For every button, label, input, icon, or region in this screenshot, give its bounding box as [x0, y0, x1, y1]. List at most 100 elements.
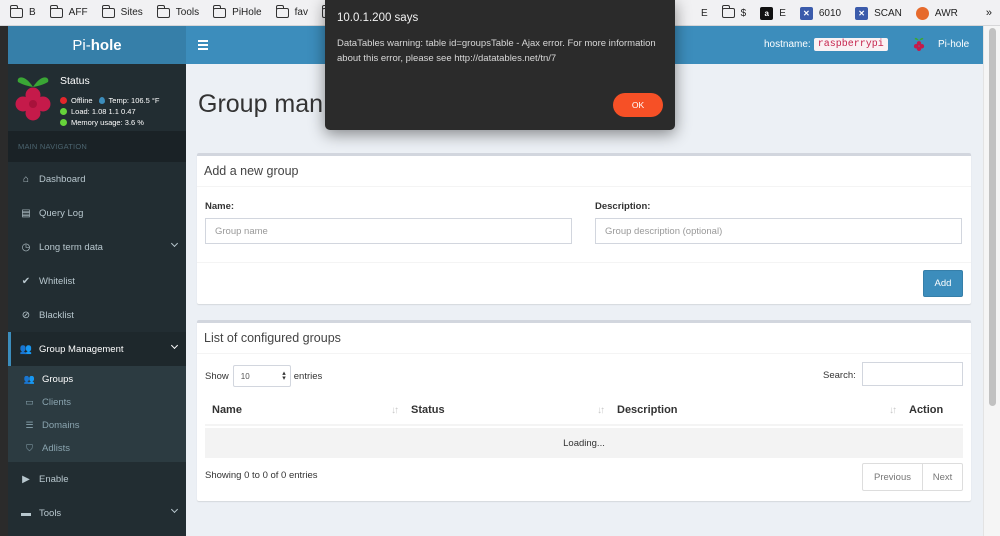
chevron-down-icon — [170, 239, 179, 248]
table-loading-row: Loading... — [205, 428, 963, 458]
sidebar: Status Offline Temp: 106.5 °F Load: 1.08… — [8, 64, 186, 536]
users-icon: 👥 — [19, 343, 33, 355]
status-title: Status — [60, 75, 90, 87]
sidebar-item-dashboard[interactable]: ⌂ Dashboard — [8, 162, 186, 196]
folder-icon: ▬ — [21, 507, 31, 519]
bookmark-6010[interactable]: ✕ 6010 — [799, 6, 841, 20]
folder-icon — [10, 4, 23, 18]
add-group-box: Add a new group Name: Description: Add — [197, 153, 971, 304]
folder-icon — [275, 4, 289, 18]
pagination-next[interactable]: Next — [922, 464, 962, 490]
group-management-submenu: 👥 Groups ▭ Clients ☰ Domains ⛉ Adlists — [8, 366, 186, 462]
raspberry-logo-icon — [15, 77, 51, 121]
sidebar-item-enable[interactable]: ▶ Enable — [8, 462, 186, 496]
status-panel: Status Offline Temp: 106.5 °F Load: 1.08… — [8, 64, 186, 132]
check-circle-icon: ✔ — [21, 275, 31, 287]
folder-icon — [101, 4, 115, 18]
group-name-input[interactable] — [205, 218, 572, 244]
sort-icon: ↓↑ — [391, 405, 399, 416]
pihole-logo[interactable]: Pi-hole — [8, 26, 186, 64]
table-info: Showing 0 to 0 of 0 entries — [205, 470, 318, 481]
add-group-box-footer — [197, 262, 971, 304]
chevron-down-icon — [170, 341, 179, 350]
scan-icon: ✕ — [855, 6, 869, 20]
sidebar-subitem-adlists[interactable]: ⛉ Adlists — [8, 437, 186, 460]
hostname-value: raspberrypi — [813, 38, 888, 51]
alert-dialog: 10.0.1.200 says DataTables warning: tabl… — [325, 0, 675, 130]
sidebar-subitem-groups[interactable]: 👥 Groups — [8, 368, 186, 391]
bookmark-fav[interactable]: fav — [275, 4, 308, 18]
description-label: Description: — [595, 201, 651, 212]
bookmark-b[interactable]: B — [10, 4, 36, 18]
window-edge — [0, 26, 8, 536]
list-icon: ☰ — [25, 420, 34, 430]
add-group-button[interactable]: Add — [923, 270, 963, 297]
column-header-action: Action — [902, 396, 963, 426]
groups-list-box: List of configured groups Show 10 ▴ ▾ ent… — [197, 320, 971, 501]
memory-dot-icon — [60, 119, 67, 126]
scan-icon: ✕ — [799, 6, 813, 20]
sort-icon: ↓↑ — [889, 405, 897, 416]
search-input[interactable] — [862, 362, 963, 386]
chevron-down-icon — [170, 505, 179, 514]
history-icon: ◷ — [21, 241, 31, 253]
column-header-status[interactable]: Status ↓↑ — [404, 396, 610, 426]
column-header-description[interactable]: Description ↓↑ — [610, 396, 902, 426]
groups-table-header: Name ↓↑ Status ↓↑ Description ↓↑ Action — [205, 396, 963, 428]
play-icon: ▶ — [22, 473, 30, 485]
home-icon: ⌂ — [22, 173, 30, 185]
alert-ok-button[interactable]: OK — [613, 93, 663, 117]
status-offline-line: Offline Temp: 106.5 °F — [60, 96, 160, 105]
load-dot-icon — [60, 108, 67, 115]
bookmark-amazon-e[interactable]: aE — [760, 6, 786, 20]
shield-icon: ⛉ — [26, 443, 33, 453]
page-scrollbar-thumb[interactable] — [989, 28, 996, 406]
bookmarks-overflow-button[interactable]: » — [986, 7, 992, 19]
offline-dot-icon — [60, 97, 67, 104]
entries-length-control: Show 10 ▴ ▾ entries — [205, 365, 322, 387]
status-load-line: Load: 1.08 1.1 0.47 — [60, 107, 136, 116]
sort-icon: ↓↑ — [597, 405, 605, 416]
bookmark-sites[interactable]: Sites — [101, 4, 143, 18]
bookmark-aff[interactable]: AFF — [49, 4, 88, 18]
sidebar-item-query-log[interactable]: ▤ Query Log — [8, 196, 186, 230]
entries-select[interactable]: 10 ▴ ▾ — [232, 365, 291, 387]
folder-icon — [721, 5, 735, 18]
bookmark-tools[interactable]: Tools — [156, 4, 199, 18]
groups-list-box-title: List of configured groups — [197, 323, 971, 354]
sidebar-item-blacklist[interactable]: ⊘ Blacklist — [8, 298, 186, 332]
amazon-icon: a — [760, 6, 774, 20]
sidebar-item-whitelist[interactable]: ✔ Whitelist — [8, 264, 186, 298]
column-header-name[interactable]: Name ↓↑ — [205, 396, 404, 426]
ban-icon: ⊘ — [21, 309, 31, 321]
sidebar-toggle-icon[interactable] — [198, 40, 208, 50]
user-menu[interactable]: Pi-hole — [912, 36, 969, 52]
firefox-icon — [915, 6, 929, 20]
temperature-icon — [98, 97, 105, 104]
sidebar-subitem-clients[interactable]: ▭ Clients — [8, 391, 186, 414]
bookmark-dollar[interactable]: $ — [721, 5, 746, 19]
sidebar-item-tools[interactable]: ▬ Tools — [8, 496, 186, 530]
add-group-box-title: Add a new group — [197, 156, 971, 187]
sidebar-subitem-domains[interactable]: ☰ Domains — [8, 414, 186, 437]
alert-title: 10.0.1.200 says — [337, 12, 419, 24]
bookmark-scan[interactable]: ✕ SCAN — [855, 6, 902, 20]
pagination-previous[interactable]: Previous — [863, 464, 922, 490]
nav-header: MAIN NAVIGATION — [8, 132, 186, 162]
select-arrows-icon: ▴ ▾ — [282, 370, 286, 382]
bookmark-awr[interactable]: AWR — [915, 6, 958, 20]
status-memory-line: Memory usage: 3.6 % — [60, 118, 144, 127]
sidebar-item-group-management[interactable]: 👥 Group Management — [8, 332, 186, 366]
group-description-input[interactable] — [595, 218, 962, 244]
user-friends-icon: 👥 — [23, 374, 36, 384]
sidebar-item-long-term-data[interactable]: ◷ Long term data — [8, 230, 186, 264]
search-label: Search: — [823, 370, 856, 381]
page-title: Group man — [198, 90, 324, 118]
pagination: Previous Next — [862, 463, 963, 491]
file-icon: ▤ — [21, 207, 31, 219]
folder-icon — [213, 4, 227, 18]
bookmark-e[interactable]: E — [701, 8, 708, 19]
hostname-display: hostname: raspberrypi — [764, 38, 888, 51]
bookmark-pihole[interactable]: PiHole — [213, 4, 262, 18]
laptop-icon: ▭ — [25, 397, 34, 407]
